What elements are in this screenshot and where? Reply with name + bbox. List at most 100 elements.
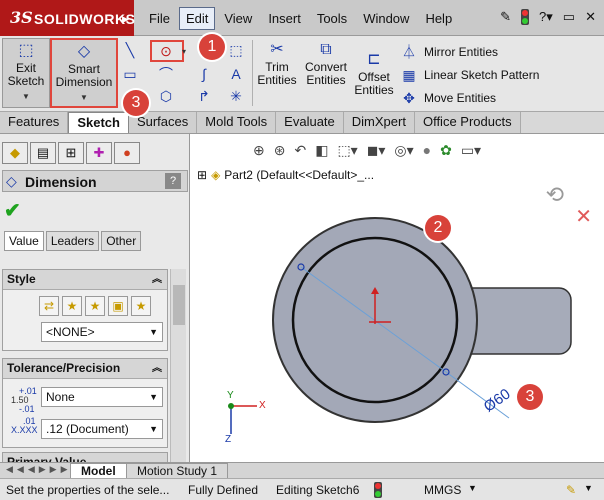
offset-entities-label: Offset Entities	[354, 70, 394, 97]
text-icon[interactable]: A	[228, 66, 244, 82]
tooltip-icon[interactable]: ✎	[566, 483, 576, 497]
arc-icon[interactable]: ⌒	[158, 66, 174, 82]
trim-entities-button[interactable]: ✂ Trim Entities	[254, 38, 300, 108]
load-style-icon[interactable]: ★	[131, 296, 151, 316]
tab-motion-study[interactable]: Motion Study 1	[126, 463, 229, 479]
move-entities-button[interactable]: ✥ Move Entities	[400, 86, 600, 109]
menu-insert[interactable]: Insert	[261, 7, 308, 30]
title-tools: ✎ ?▾ ▭ ✕	[500, 9, 596, 25]
menu-tools[interactable]: Tools	[310, 7, 354, 30]
property-manager-icon[interactable]: ▤	[30, 142, 56, 164]
tab-other[interactable]: Other	[101, 231, 142, 251]
exit-sketch-label: Exit Sketch	[7, 61, 45, 88]
menu-window[interactable]: Window	[356, 7, 416, 30]
offset-entities-button[interactable]: ⊏ Offset Entities	[352, 48, 396, 118]
linear-pattern-icon: ▦	[402, 66, 416, 83]
menu-file[interactable]: File	[142, 7, 177, 30]
linear-pattern-label: Linear Sketch Pattern	[424, 67, 540, 82]
convert-entities-button[interactable]: ⧉ Convert Entities	[302, 38, 350, 108]
property-manager: ◆ ▤ ⊞ ✚ ● ◇ Dimension ? ✔ Value Leaders …	[0, 134, 190, 464]
command-tabs: Features Sketch Surfaces Mold Tools Eval…	[0, 112, 604, 134]
move-icon: ✥	[403, 89, 415, 106]
precision-select[interactable]: .12 (Document) ▼	[41, 419, 163, 439]
tab-sketch[interactable]: Sketch	[68, 112, 129, 133]
property-manager-scrollbar[interactable]	[170, 269, 186, 462]
tab-navigation-arrows[interactable]: ◀◀◀▶▶▶	[6, 464, 72, 475]
circle-icon[interactable]: ⊙	[158, 43, 174, 59]
tab-office-products[interactable]: Office Products	[414, 112, 521, 133]
scrollbar-thumb[interactable]	[173, 285, 185, 325]
tab-leaders[interactable]: Leaders	[45, 231, 100, 251]
polygon-icon[interactable]: ⬡	[158, 88, 174, 104]
tolerance-group-label: Tolerance/Precision	[7, 361, 121, 375]
triad-x-label: X	[259, 400, 266, 411]
triad-origin	[228, 403, 234, 409]
style-select[interactable]: <NONE> ▼	[41, 322, 163, 342]
offset-icon: ⊏	[367, 51, 381, 68]
menu-edit[interactable]: Edit	[178, 6, 216, 30]
chevron-down-icon[interactable]: ▼	[468, 483, 477, 493]
close-icon[interactable]: ✕	[585, 9, 596, 25]
menu-view[interactable]: View	[217, 7, 259, 30]
precision-icon: .01 X.XXX	[11, 417, 38, 435]
pattern-tools: ⏃ Mirror Entities ▦ Linear Sketch Pattern …	[400, 40, 600, 109]
linear-pattern-button[interactable]: ▦ Linear Sketch Pattern	[400, 63, 600, 86]
ok-checkmark-icon[interactable]: ✔	[4, 198, 21, 223]
tab-evaluate[interactable]: Evaluate	[276, 112, 344, 133]
smart-dimension-label: Smart Dimension	[55, 62, 113, 89]
exit-sketch-button[interactable]: ⬚ Exit Sketch ▼	[2, 38, 50, 108]
graphics-area[interactable]: ⊕ ⊛ ↶ ◧ ⬚▾ ◼▾ ◎▾ ● ✿ ▭▾ ⊞ ◈ Part2 (Defau…	[191, 134, 604, 462]
help-icon[interactable]: ?▾	[539, 9, 553, 25]
rebuild-light-icon[interactable]	[521, 9, 530, 25]
tolerance-group-header[interactable]: Tolerance/Precision ︽	[3, 359, 167, 379]
chevron-down-icon: ▼	[149, 327, 158, 337]
chevron-down-icon: ▼	[149, 424, 158, 434]
command-manager: ⬚ Exit Sketch ▼ ◇ Smart Dimension ▼ ╲ ⊙ …	[0, 36, 604, 112]
rectangle-icon[interactable]: ▭	[122, 66, 138, 82]
move-entities-label: Move Entities	[424, 90, 497, 105]
collapse-icon: ︽	[152, 363, 162, 374]
chevron-down-icon[interactable]: ▾	[176, 44, 192, 60]
solidworks-logo[interactable]: 3S SOLIDWORKS ▶	[0, 0, 135, 36]
tab-dimxpert[interactable]: DimXpert	[343, 112, 415, 133]
tab-mold-tools[interactable]: Mold Tools	[197, 112, 277, 133]
tab-value[interactable]: Value	[4, 231, 44, 251]
fillet-icon[interactable]: ⬚	[228, 42, 244, 58]
spline-icon[interactable]: ∫	[196, 66, 212, 82]
tab-features[interactable]: Features	[0, 112, 69, 133]
style-select-value: <NONE>	[46, 325, 95, 339]
feature-manager-icon[interactable]: ◆	[2, 142, 28, 164]
pin-icon[interactable]: ✎	[500, 9, 511, 25]
configuration-manager-icon[interactable]: ⊞	[58, 142, 84, 164]
dimxpert-manager-icon[interactable]: ✚	[86, 142, 112, 164]
rebuild-status-icon[interactable]	[374, 482, 382, 498]
smart-dimension-button[interactable]: ◇ Smart Dimension ▼	[50, 38, 118, 108]
chevron-down-icon[interactable]: ▼	[52, 91, 116, 104]
step-badge-3-dimension: 3	[517, 384, 543, 410]
chevron-down-icon[interactable]: ▼	[584, 483, 593, 493]
precision-value: .12 (Document)	[46, 422, 129, 436]
chevron-down-icon[interactable]: ▼	[3, 90, 49, 103]
title-bar: 3S SOLIDWORKS ▶ File Edit View Insert To…	[0, 0, 604, 36]
help-button[interactable]: ?	[165, 173, 181, 189]
save-style-icon[interactable]: ▣	[108, 296, 128, 316]
apply-default-style-icon[interactable]: ⇄	[39, 296, 59, 316]
minimize-icon[interactable]: ▭	[563, 9, 575, 25]
tolerance-icon-sub: -.01	[19, 404, 35, 414]
tolerance-type-select[interactable]: None ▼	[41, 387, 163, 407]
step-badge-1: 1	[199, 34, 225, 60]
property-manager-title: ◇ Dimension ?	[2, 170, 188, 192]
mirror-entities-button[interactable]: ⏃ Mirror Entities	[400, 40, 600, 63]
status-units[interactable]: MMGS	[424, 483, 461, 497]
style-group-header[interactable]: Style ︽	[3, 270, 167, 290]
triad-y-label: Y	[227, 390, 234, 401]
tab-model[interactable]: Model	[70, 463, 127, 479]
delete-style-icon[interactable]: ★	[85, 296, 105, 316]
add-style-icon[interactable]: ★	[62, 296, 82, 316]
point-icon[interactable]: ✳	[228, 88, 244, 104]
display-manager-icon[interactable]: ●	[114, 142, 140, 164]
ellipse-icon[interactable]: ↱	[196, 88, 212, 104]
menu-help[interactable]: Help	[418, 7, 459, 30]
chevron-down-icon: ▼	[149, 392, 158, 402]
line-icon[interactable]: ╲	[122, 42, 138, 58]
